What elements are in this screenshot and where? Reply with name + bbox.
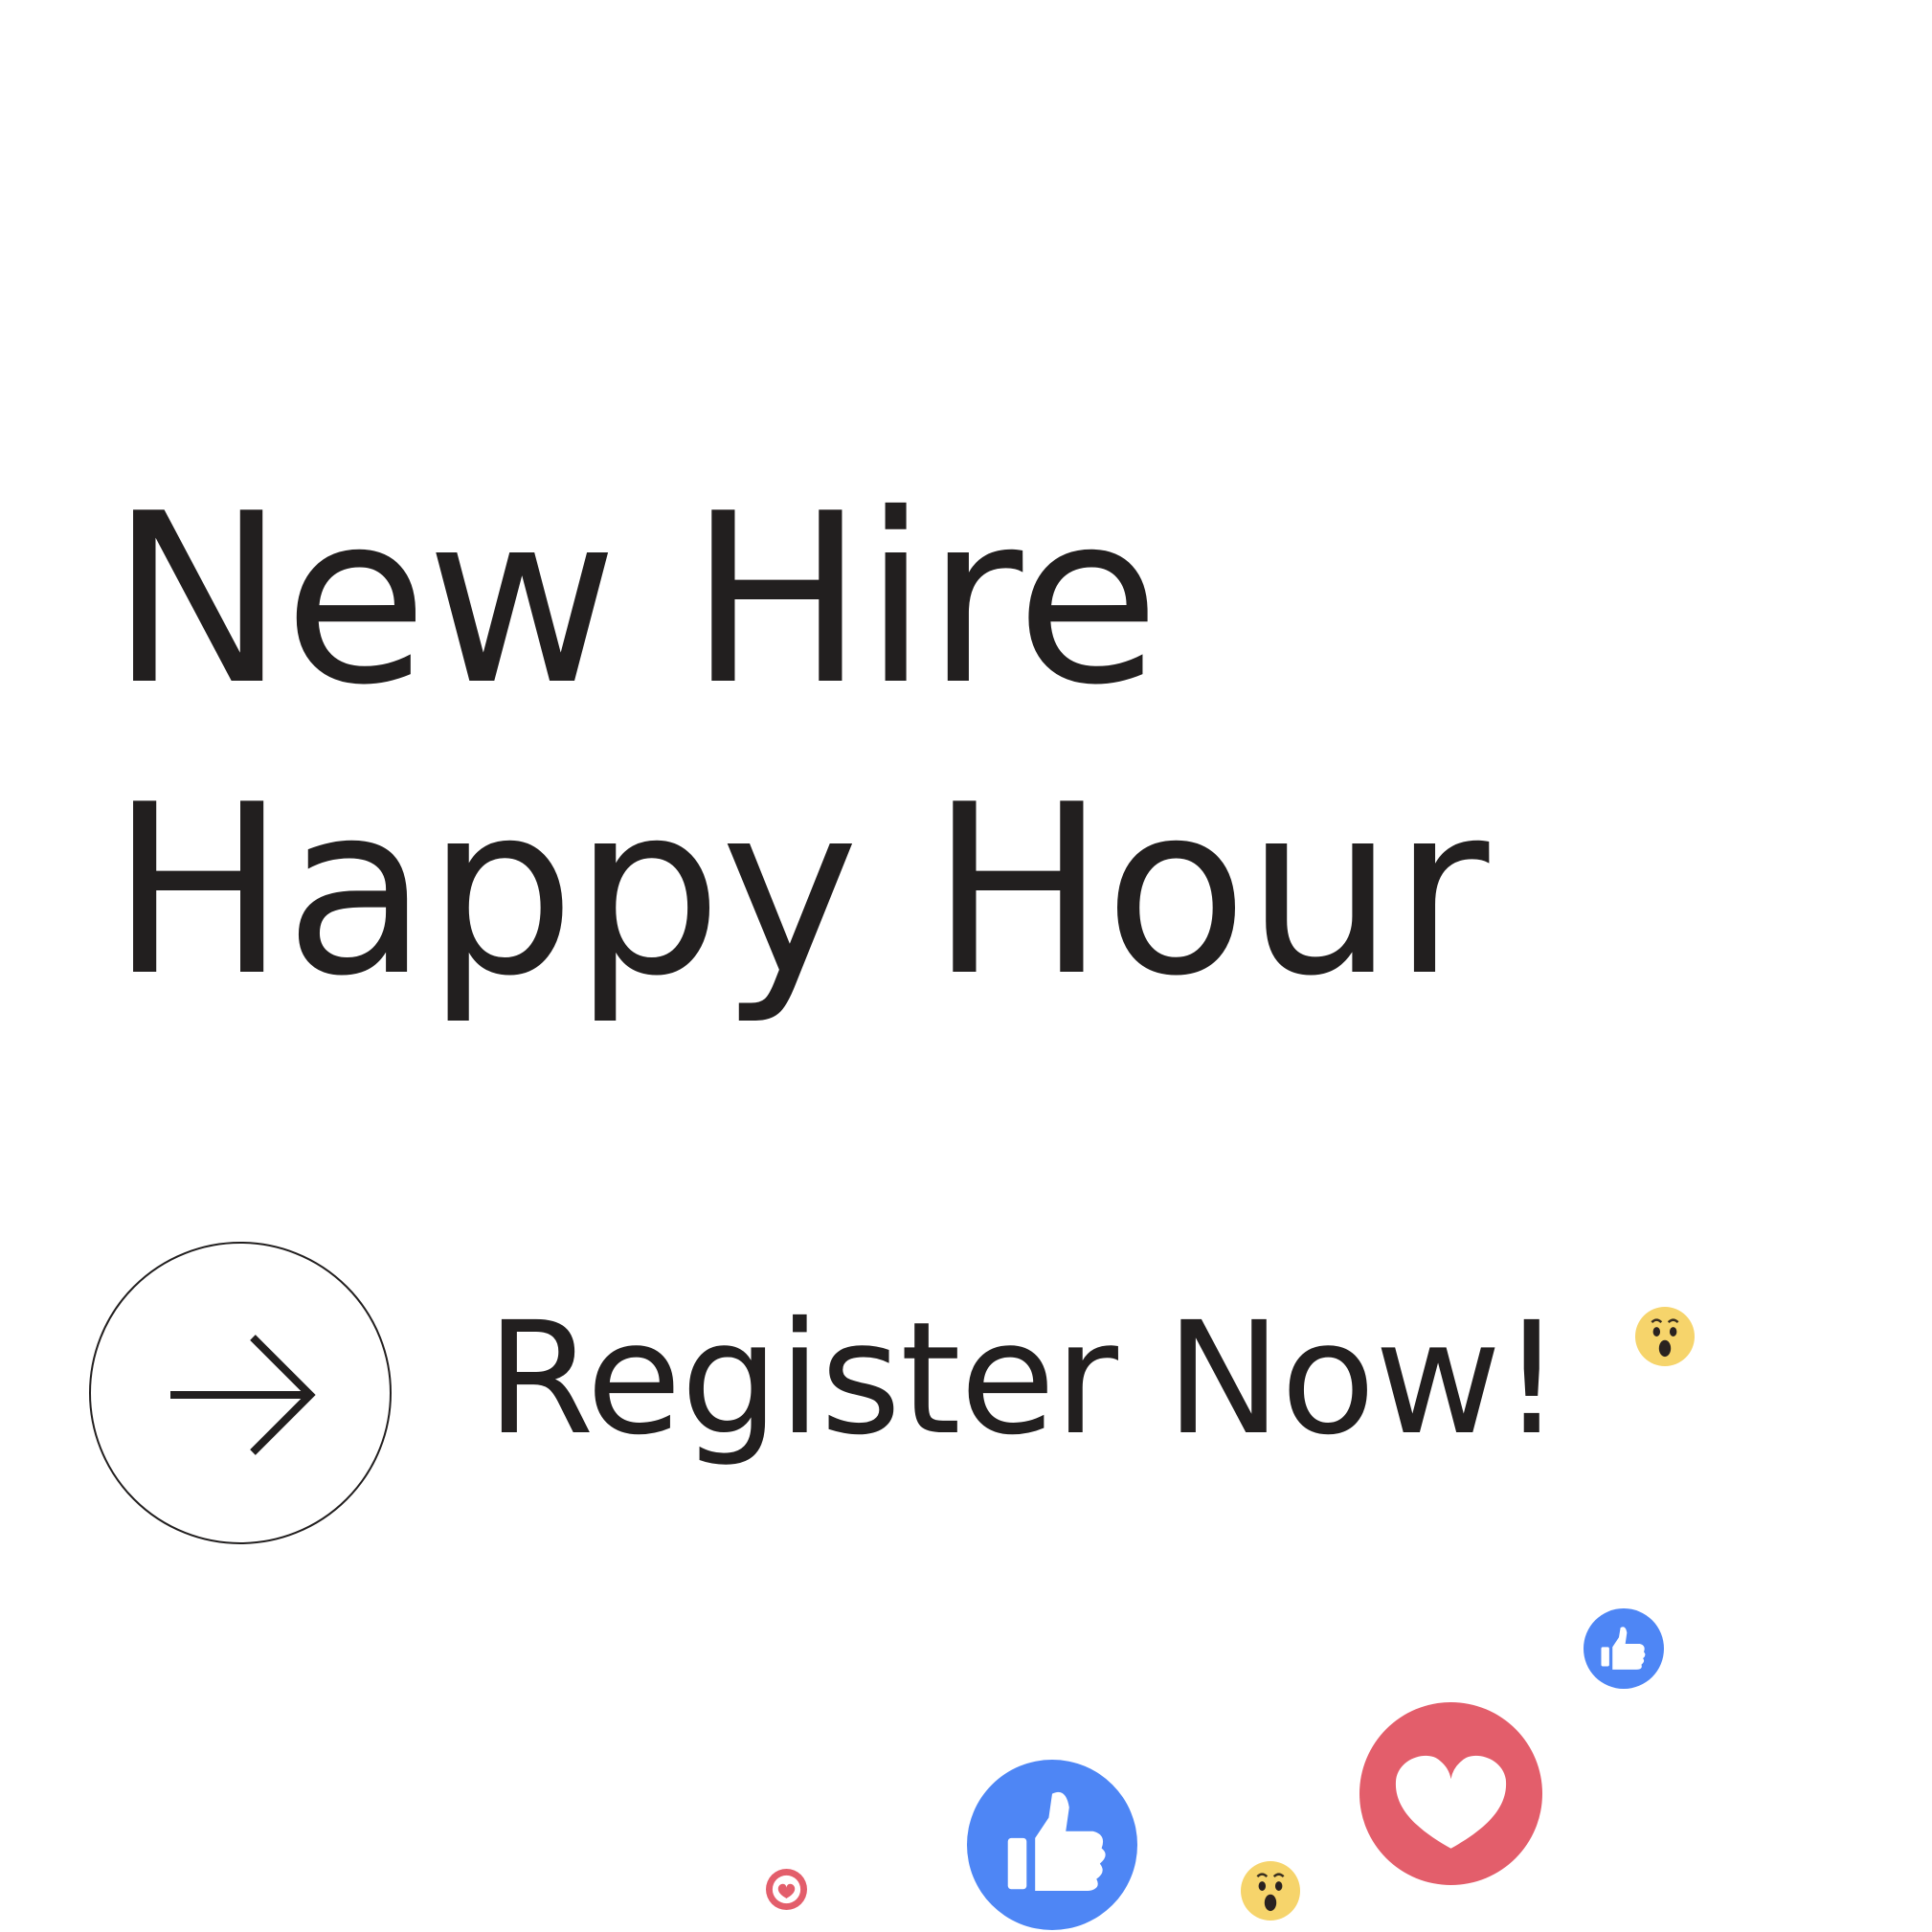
- wow-icon: [1635, 1307, 1695, 1366]
- register-now-link[interactable]: Register Now!: [486, 1302, 1562, 1457]
- like-icon: [1584, 1608, 1664, 1689]
- like-icon: [967, 1760, 1137, 1930]
- headline-line-1: New Hire: [110, 463, 1160, 736]
- register-arrow-button[interactable]: [89, 1242, 392, 1544]
- arrow-right-icon: [170, 1335, 316, 1455]
- wow-icon: [1241, 1861, 1300, 1921]
- headline-line-2: Happy Hour: [110, 754, 1489, 1027]
- love-icon: [766, 1869, 807, 1910]
- love-icon: [1359, 1702, 1542, 1885]
